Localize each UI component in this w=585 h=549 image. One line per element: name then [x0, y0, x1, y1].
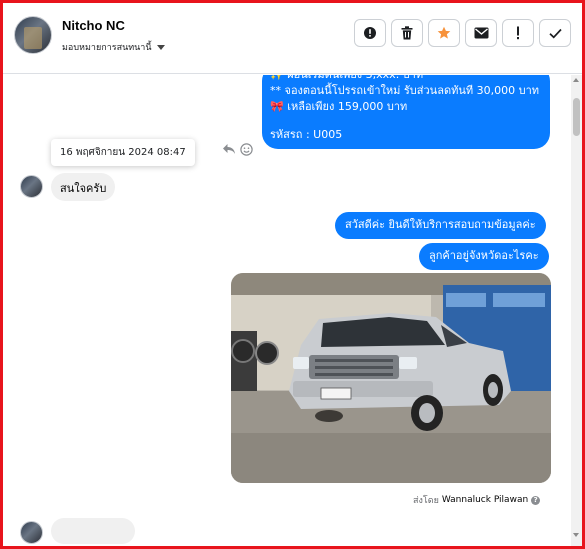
car-photo-attachment[interactable] [231, 273, 551, 483]
sent-by-line: ส่งโดย Wannaluck Pilawan ? [413, 493, 541, 507]
mark-unread-button[interactable] [465, 19, 497, 47]
star-button[interactable] [428, 19, 460, 47]
promo-spacer [270, 115, 540, 127]
star-icon [437, 26, 451, 39]
promo-line: 🎀 เหลือเพียง 159,000 บาท [270, 100, 408, 113]
smiley-icon[interactable] [240, 143, 253, 156]
sent-by-prefix: ส่งโดย [413, 496, 439, 506]
incoming-message-bubble[interactable]: สนใจครับ [51, 173, 116, 201]
timestamp-tooltip: 16 พฤศจิกายน 2024 08:47 [51, 139, 195, 166]
reply-icon[interactable] [222, 143, 236, 155]
conversation-header: Nitcho NC มอบหมายการสนทนานี้ [3, 3, 582, 74]
scrollbar-track[interactable] [571, 75, 582, 546]
chevron-down-icon [156, 44, 165, 50]
scroll-up-arrow[interactable] [573, 78, 579, 82]
exclamation-icon [517, 26, 519, 40]
scroll-down-arrow[interactable] [573, 533, 579, 537]
incoming-message-bubble[interactable] [51, 518, 135, 544]
trash-icon [401, 26, 413, 40]
promo-line: ** จองตอนนี้โปรรถเข้าใหม่ รับส่วนลดทันที… [270, 84, 540, 97]
header-actions [354, 19, 571, 47]
check-icon [548, 28, 562, 39]
promo-line: รหัสรถ : U005 [270, 128, 343, 141]
promo-line: ✨ ผ่อนเริ่มต้นเพียง 3,xxx. บาท [270, 75, 540, 83]
sent-by-name[interactable]: Wannaluck Pilawan [442, 495, 528, 505]
outgoing-message-bubble[interactable]: สวัสดีค่ะ ยินดีให้บริการสอบถามข้อมูลค่ะ [335, 212, 546, 239]
mark-done-button[interactable] [539, 19, 571, 47]
spam-button[interactable] [502, 19, 534, 47]
contact-avatar[interactable] [14, 16, 52, 54]
message-thread[interactable]: ✨ ผ่อนเริ่มต้นเพียง 3,xxx. บาท ** จองตอน… [3, 75, 572, 546]
delete-button[interactable] [391, 19, 423, 47]
help-icon[interactable]: ? [531, 495, 541, 505]
assign-conversation-dropdown[interactable]: มอบหมายการสนทนานี้ [62, 40, 165, 54]
scrollbar-thumb[interactable] [573, 98, 580, 136]
outgoing-message-bubble[interactable]: ลูกค้าอยู่จังหวัดอะไรคะ [419, 243, 549, 270]
promo-message-bubble[interactable]: ✨ ผ่อนเริ่มต้นเพียง 3,xxx. บาท ** จองตอน… [262, 75, 550, 149]
report-button[interactable] [354, 19, 386, 47]
sender-avatar[interactable] [20, 175, 43, 198]
envelope-icon [474, 27, 488, 39]
car-photo-image [231, 273, 551, 483]
assign-label: มอบหมายการสนทนานี้ [62, 43, 152, 53]
contact-name[interactable]: Nitcho NC [62, 18, 125, 33]
sender-avatar[interactable] [20, 521, 43, 544]
alert-circle-icon [364, 27, 376, 39]
